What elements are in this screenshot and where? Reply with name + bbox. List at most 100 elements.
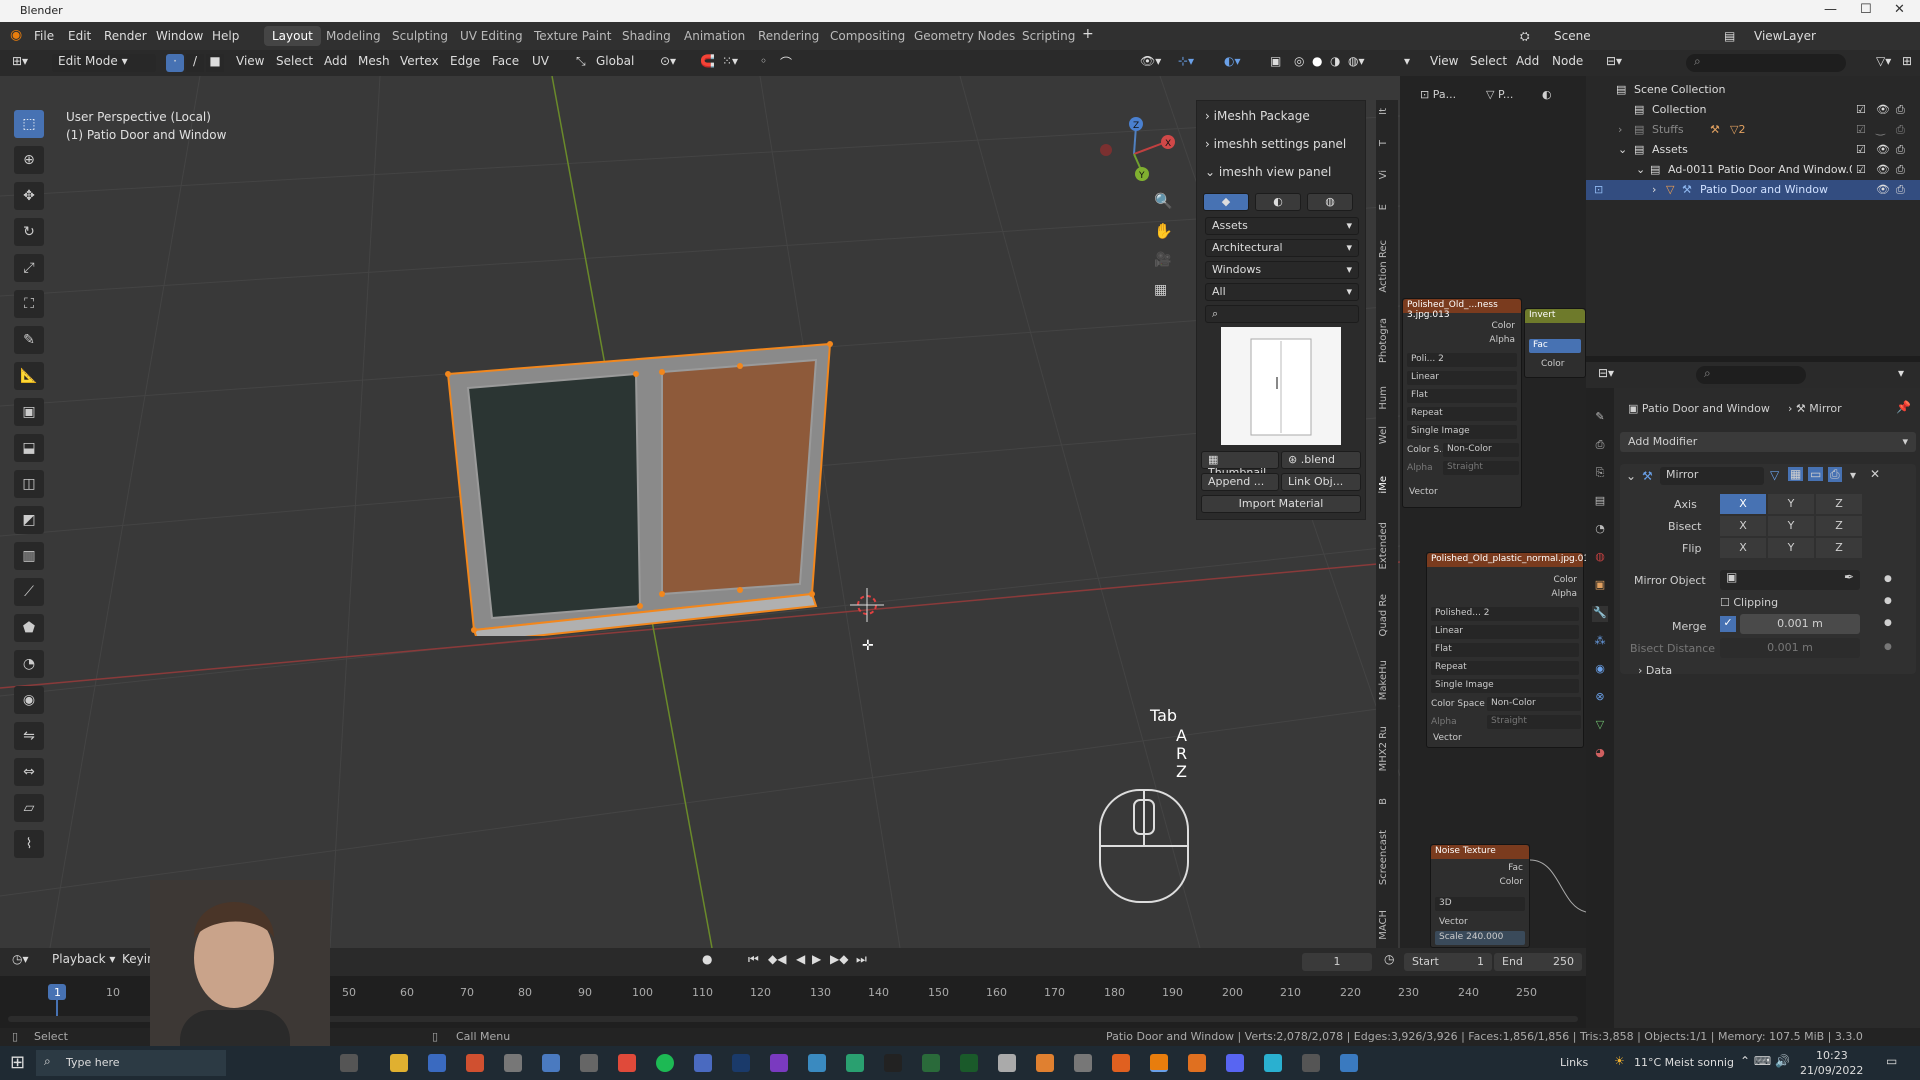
falloff-icon[interactable]: ⌒: [780, 54, 792, 72]
node1-alpha[interactable]: Straight: [1443, 461, 1519, 475]
app-icon[interactable]: [466, 1054, 484, 1072]
eye-closed-icon[interactable]: ‿: [1876, 123, 1885, 136]
visibility-icon[interactable]: 👁▾: [1140, 54, 1161, 72]
sidebar-tab-quad-re[interactable]: Quad Re: [1378, 594, 1396, 637]
camera-icon[interactable]: 🎥: [1154, 252, 1171, 268]
tab-uv-editing[interactable]: UV Editing: [452, 26, 531, 46]
scene-name[interactable]: Scene: [1554, 29, 1591, 43]
eye-icon[interactable]: 👁: [1876, 163, 1890, 176]
eye-icon[interactable]: 👁: [1876, 183, 1890, 196]
task-view-icon[interactable]: [340, 1054, 358, 1072]
scale-tool-icon[interactable]: ⤢: [14, 254, 44, 282]
noise-dimensions[interactable]: 3D: [1435, 897, 1525, 911]
play-reverse-icon[interactable]: ◀: [796, 952, 805, 970]
filter-icon[interactable]: ▽▾: [1876, 54, 1891, 72]
sidebar-tab-screencast[interactable]: Screencast: [1378, 830, 1396, 885]
snap-target-icon[interactable]: ⁙▾: [722, 54, 738, 72]
scene-properties-icon[interactable]: ◔: [1592, 522, 1608, 538]
maximize-icon[interactable]: ☐: [1860, 2, 1872, 17]
tab-compositing[interactable]: Compositing: [822, 26, 913, 46]
sidebar-tab-edit[interactable]: E: [1378, 204, 1396, 210]
app-icon[interactable]: [960, 1054, 978, 1072]
data-properties-icon[interactable]: ▽: [1592, 718, 1608, 734]
menu-file[interactable]: File: [34, 29, 54, 43]
menu-uv[interactable]: UV: [532, 54, 549, 72]
outliner-display-icon[interactable]: ⊟▾: [1606, 54, 1622, 72]
keyframe-dot-icon[interactable]: ●: [1884, 642, 1892, 652]
shading-material-icon[interactable]: ◑: [1330, 54, 1340, 72]
import-material-button[interactable]: Import Material: [1201, 495, 1361, 513]
checkbox-icon[interactable]: ☑: [1856, 123, 1866, 136]
section-imeshh-package[interactable]: › iMeshh Package: [1205, 109, 1310, 123]
node1-projection[interactable]: Flat: [1407, 389, 1517, 403]
data-subpanel[interactable]: › Data: [1638, 664, 1672, 677]
bisect-x-toggle[interactable]: X: [1720, 516, 1766, 536]
taskbar-weather[interactable]: 11°C Meist sonnig: [1634, 1056, 1734, 1069]
expand-icon[interactable]: ›: [1652, 183, 1656, 196]
app-icon[interactable]: [1074, 1054, 1092, 1072]
viewlayer-name[interactable]: ViewLayer: [1754, 29, 1816, 43]
menu-view[interactable]: View: [236, 54, 264, 72]
add-workspace-icon[interactable]: +: [1082, 26, 1094, 42]
camera-icon[interactable]: ⎙: [1896, 143, 1905, 157]
shading-wireframe-icon[interactable]: ◎: [1294, 54, 1304, 72]
noise-texture-node[interactable]: Noise Texture Fac Color 3D Vector Scale …: [1430, 844, 1530, 948]
minimize-icon[interactable]: —: [1824, 2, 1837, 17]
start-icon[interactable]: ⊞: [10, 1052, 25, 1073]
xray-icon[interactable]: ▣: [1270, 54, 1281, 72]
app-icon[interactable]: [580, 1054, 598, 1072]
node-menu-view[interactable]: View: [1430, 54, 1458, 72]
node2-image-selector[interactable]: Polished... 2: [1431, 607, 1579, 621]
eyedropper-icon[interactable]: ✒: [1844, 570, 1860, 584]
bevel-tool-icon[interactable]: ◩: [14, 506, 44, 534]
app-icon[interactable]: [770, 1054, 788, 1072]
add-cube-tool-icon[interactable]: ▣: [14, 398, 44, 426]
add-modifier-button[interactable]: Add Modifier ▾: [1620, 432, 1916, 452]
particles-properties-icon[interactable]: ⁂: [1592, 634, 1608, 650]
render-properties-icon[interactable]: ⎙: [1592, 438, 1608, 454]
close-icon[interactable]: ✕: [1894, 2, 1905, 17]
overlay-icon[interactable]: ◐▾: [1224, 54, 1241, 72]
pivot-icon[interactable]: ⊙▾: [660, 54, 676, 72]
app-icon[interactable]: [1264, 1054, 1282, 1072]
node-editor[interactable]: ⊡ Pa... ▽ P... ◐ Polished_Old_...ness 3.…: [1400, 76, 1595, 948]
sidebar-tab-b[interactable]: B: [1378, 798, 1396, 805]
collapse-icon[interactable]: ⌄: [1636, 163, 1645, 176]
move-tool-icon[interactable]: ✥: [14, 182, 44, 210]
tool-properties-icon[interactable]: ✎: [1592, 410, 1608, 426]
extrude-tool-icon[interactable]: ⬓: [14, 434, 44, 462]
camera-icon[interactable]: ⎙: [1896, 123, 1905, 137]
tray-icons[interactable]: ⌃ ⌨ 🔊: [1740, 1054, 1790, 1068]
app-icon[interactable]: [1340, 1054, 1358, 1072]
tab-scripting[interactable]: Scripting: [1014, 26, 1083, 46]
cursor-tool-icon[interactable]: ⊕: [14, 146, 44, 174]
noise-scale-field[interactable]: Scale 240.000: [1435, 931, 1525, 945]
face-select-icon[interactable]: ■: [206, 54, 224, 72]
keyframe-dot-icon[interactable]: ●: [1884, 574, 1892, 584]
bisect-y-toggle[interactable]: Y: [1768, 516, 1814, 536]
section-imeshh-view[interactable]: ⌄ imeshh view panel: [1205, 165, 1331, 179]
bisect-z-toggle[interactable]: Z: [1816, 516, 1862, 536]
eye-icon[interactable]: 👁: [1876, 103, 1890, 116]
node2-projection[interactable]: Flat: [1431, 643, 1579, 657]
physics-properties-icon[interactable]: ◉: [1592, 662, 1608, 678]
spin-tool-icon[interactable]: ◔: [14, 650, 44, 678]
edge-slide-tool-icon[interactable]: ⇋: [14, 722, 44, 750]
rip-tool-icon[interactable]: ⌇: [14, 830, 44, 858]
node-breadcrumb-1[interactable]: ⊡ Pa...: [1420, 88, 1456, 101]
jump-start-icon[interactable]: ⏮: [748, 952, 759, 970]
tab-rendering[interactable]: Rendering: [750, 26, 827, 46]
image-texture-node-normal[interactable]: Polished_Old_plastic_normal.jpg.013 Colo…: [1426, 552, 1595, 748]
outliner-row-stuffs[interactable]: › ▤ Stuffs ⚒ ▽2 ☑ ‿ ⎙: [1586, 120, 1920, 140]
menu-edge[interactable]: Edge: [450, 54, 480, 72]
merge-distance-field[interactable]: 0.001 m: [1740, 614, 1860, 634]
edit-mode-toggle-icon[interactable]: ▽: [1770, 468, 1779, 482]
axis-z-toggle[interactable]: Z: [1816, 494, 1862, 514]
app-icon[interactable]: [504, 1054, 522, 1072]
edit-mode-icon[interactable]: ⊡: [1594, 183, 1603, 196]
menu-edit[interactable]: Edit: [68, 29, 91, 43]
section-imeshh-settings[interactable]: › imeshh settings panel: [1205, 137, 1346, 151]
3d-viewport[interactable]: ✛ User Perspective (Local) (1) Patio Doo…: [0, 76, 1400, 948]
transform-tool-icon[interactable]: ⛶: [14, 290, 44, 318]
tab-animation[interactable]: Animation: [676, 26, 753, 46]
